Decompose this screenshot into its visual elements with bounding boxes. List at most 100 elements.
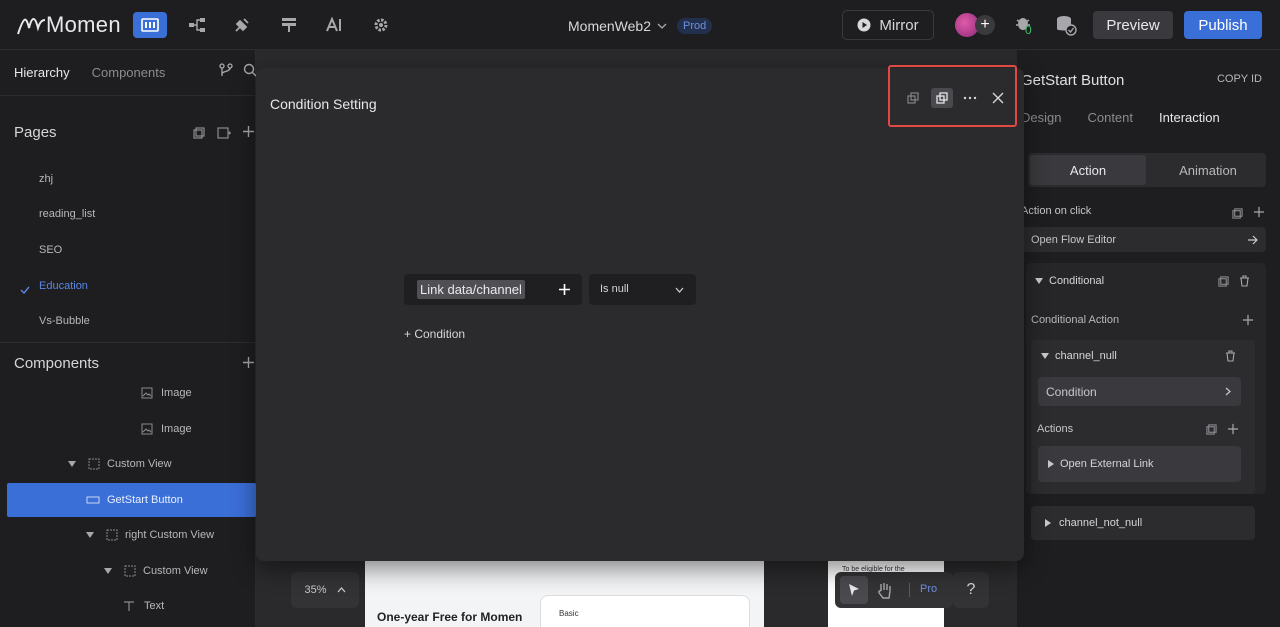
add-condition-button[interactable]: + Condition bbox=[404, 327, 465, 341]
condition-label: Condition bbox=[1046, 385, 1097, 399]
project-name: MomenWeb2 bbox=[568, 18, 652, 34]
divider bbox=[0, 95, 256, 96]
trash-icon[interactable] bbox=[1225, 350, 1236, 362]
channel-null-label: channel_null bbox=[1055, 350, 1117, 362]
action-on-click-label: Action on click bbox=[1021, 205, 1092, 217]
components-title: Components bbox=[14, 355, 100, 372]
zoom-control[interactable]: 35% bbox=[291, 572, 359, 608]
database-check-icon[interactable] bbox=[1055, 14, 1077, 36]
data-icon[interactable] bbox=[272, 12, 306, 38]
page-item-vs-bubble[interactable]: Vs-Bubble bbox=[39, 315, 90, 327]
page-item-education[interactable]: Education bbox=[39, 280, 88, 292]
logo-text: Momen bbox=[46, 12, 121, 37]
pointer-tool-icon[interactable] bbox=[840, 576, 868, 604]
page-item-seo[interactable]: SEO bbox=[39, 244, 62, 256]
tree-row-label: Image bbox=[161, 423, 192, 435]
tree-row-custom-view[interactable]: Custom View bbox=[0, 447, 256, 481]
field-chip[interactable]: Link data/channel bbox=[417, 280, 525, 299]
condition-button[interactable]: Condition bbox=[1038, 377, 1241, 406]
momen-logo[interactable]: Momen bbox=[16, 10, 121, 40]
open-flow-editor-label: Open Flow Editor bbox=[1031, 233, 1116, 246]
custom-view-icon bbox=[106, 529, 118, 541]
momen-logo-mark-icon bbox=[17, 18, 46, 35]
search-icon[interactable] bbox=[243, 63, 257, 82]
caret-down-icon[interactable] bbox=[1041, 353, 1049, 359]
conditional-block: Conditional Conditional Action channel_n… bbox=[1026, 263, 1266, 494]
plugin-icon[interactable] bbox=[225, 12, 259, 38]
add-conditional-action-icon[interactable] bbox=[1242, 314, 1254, 326]
add-action-icon[interactable] bbox=[1227, 423, 1239, 435]
caret-down-icon[interactable] bbox=[68, 461, 76, 467]
tree-row-image[interactable]: Image bbox=[0, 376, 256, 410]
caret-right-icon[interactable] bbox=[1045, 519, 1051, 527]
tree-row-right-custom-view[interactable]: right Custom View bbox=[0, 518, 256, 552]
action-animation-toggle: Action Animation bbox=[1028, 153, 1266, 187]
tree-row-image[interactable]: Image bbox=[0, 412, 256, 446]
tab-design[interactable]: Design bbox=[1021, 110, 1061, 125]
git-branch-icon[interactable] bbox=[219, 63, 233, 82]
chevron-up-icon[interactable] bbox=[337, 587, 346, 593]
open-external-link-row[interactable]: Open External Link bbox=[1038, 446, 1241, 482]
caret-down-icon[interactable] bbox=[86, 532, 94, 538]
operator-select[interactable]: Is null bbox=[589, 274, 696, 305]
tab-hierarchy[interactable]: Hierarchy bbox=[14, 65, 70, 80]
divider bbox=[0, 342, 256, 343]
mirror-button[interactable]: Mirror bbox=[842, 10, 934, 40]
help-button[interactable]: ? bbox=[953, 572, 989, 608]
copy-icon[interactable] bbox=[1218, 276, 1229, 287]
tree-row-label: Custom View bbox=[143, 565, 208, 577]
pro-tool-label[interactable]: Pro bbox=[920, 583, 937, 595]
copy-icon[interactable] bbox=[1232, 206, 1243, 224]
deploy-count: 0 bbox=[1025, 23, 1032, 37]
caret-down-icon[interactable] bbox=[1035, 278, 1043, 284]
tab-content[interactable]: Content bbox=[1087, 110, 1133, 125]
actions-label: Actions bbox=[1037, 423, 1074, 435]
tree-row-label: Text bbox=[144, 600, 165, 612]
open-flow-editor-button[interactable]: Open Flow Editor bbox=[1021, 227, 1266, 252]
tab-interaction[interactable]: Interaction bbox=[1159, 110, 1220, 125]
pages-title: Pages bbox=[14, 124, 57, 141]
condition-field-input[interactable]: Link data/channel bbox=[404, 274, 582, 305]
tab-components[interactable]: Components bbox=[92, 65, 166, 80]
bug-icon[interactable]: 0 bbox=[1014, 14, 1034, 37]
add-folder-icon[interactable] bbox=[217, 126, 231, 144]
publish-button[interactable]: Publish bbox=[1184, 11, 1262, 39]
seg-animation[interactable]: Animation bbox=[1150, 155, 1266, 185]
tree-row-getstart-button[interactable]: GetStart Button bbox=[7, 483, 256, 517]
open-external-link-label: Open External Link bbox=[1060, 458, 1154, 470]
check-icon bbox=[20, 281, 30, 299]
image-icon bbox=[141, 423, 153, 435]
copy-page-icon[interactable] bbox=[193, 126, 205, 144]
project-switcher[interactable]: MomenWeb2 Prod bbox=[568, 18, 713, 34]
preview-button[interactable]: Preview bbox=[1093, 11, 1173, 39]
page-item-zhj[interactable]: zhj bbox=[39, 173, 53, 185]
add-field-icon[interactable] bbox=[558, 283, 571, 296]
page-item-reading-list[interactable]: reading_list bbox=[39, 208, 95, 220]
canvas-tool-bar: Pro bbox=[835, 572, 953, 608]
copy-id-button[interactable]: COPY ID bbox=[1217, 73, 1262, 85]
trash-icon[interactable] bbox=[1239, 275, 1250, 287]
caret-down-icon[interactable] bbox=[104, 568, 112, 574]
canvas-card[interactable]: Basic bbox=[540, 595, 750, 627]
custom-view-icon bbox=[124, 565, 136, 577]
custom-view-icon bbox=[88, 458, 100, 470]
conditional-action-label: Conditional Action bbox=[1031, 314, 1120, 326]
flow-icon[interactable] bbox=[180, 12, 214, 38]
caret-right-icon[interactable] bbox=[1048, 460, 1054, 468]
tree-row-text[interactable]: Text bbox=[0, 589, 256, 623]
layout-icon[interactable] bbox=[133, 12, 167, 38]
add-component-icon[interactable] bbox=[242, 356, 255, 374]
add-page-icon[interactable] bbox=[242, 125, 255, 143]
invite-plus-icon[interactable]: + bbox=[975, 15, 995, 35]
ai-icon[interactable] bbox=[318, 12, 352, 38]
right-panel: GetStart Button COPY ID Design Content I… bbox=[1017, 50, 1280, 627]
hand-tool-icon[interactable] bbox=[877, 581, 893, 604]
add-action-icon[interactable] bbox=[1253, 205, 1265, 223]
gear-icon[interactable] bbox=[364, 12, 398, 38]
channel-not-null-row[interactable]: channel_not_null bbox=[1031, 506, 1255, 540]
left-panel-tabs: Hierarchy Components bbox=[14, 65, 165, 80]
copy-icon[interactable] bbox=[1206, 424, 1217, 435]
chevron-down-icon bbox=[657, 23, 667, 29]
seg-action[interactable]: Action bbox=[1030, 155, 1146, 185]
tree-row-custom-view[interactable]: Custom View bbox=[0, 554, 256, 588]
